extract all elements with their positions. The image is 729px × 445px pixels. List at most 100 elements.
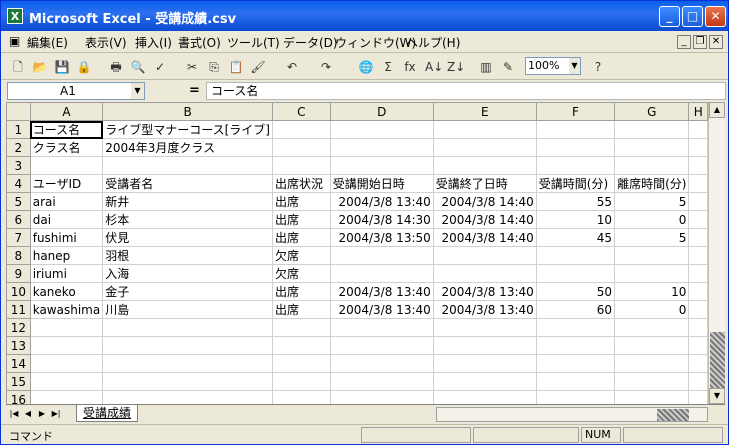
sheet-table[interactable]: A B C D E F G H 1 コース名 ライブ型マナーコース[ライブ] 2 クラス… bbox=[6, 102, 708, 404]
cell-e12[interactable] bbox=[432, 318, 537, 337]
cell-g2[interactable] bbox=[614, 138, 690, 157]
cell-b3[interactable] bbox=[102, 156, 273, 175]
cell-f10[interactable]: 50 bbox=[535, 282, 616, 301]
row-header[interactable]: 6 bbox=[6, 210, 31, 229]
cell-b5[interactable]: 新井 bbox=[102, 192, 273, 211]
cell-d5[interactable]: 2004/3/8 13:40 bbox=[329, 192, 434, 211]
chevron-down-icon[interactable]: ▼ bbox=[131, 83, 144, 99]
cell-g7[interactable]: 5 bbox=[614, 228, 690, 247]
cell-e13[interactable] bbox=[432, 336, 537, 355]
worksheet-grid[interactable]: A B C D E F G H 1 コース名 ライブ型マナーコース[ライブ] 2 クラス… bbox=[6, 102, 708, 404]
menu-window[interactable]: ウィンドウ(W) bbox=[335, 34, 416, 51]
cell-d2[interactable] bbox=[329, 138, 434, 157]
cell-h9[interactable] bbox=[688, 264, 708, 283]
drawing-icon[interactable]: ✎ bbox=[499, 58, 517, 76]
cell-h8[interactable] bbox=[688, 246, 708, 265]
workbook-icon[interactable]: ▣ bbox=[9, 34, 20, 48]
cell-g1[interactable] bbox=[614, 120, 690, 139]
cell-f9[interactable] bbox=[535, 264, 616, 283]
cell-h1[interactable] bbox=[688, 120, 708, 139]
horizontal-scrollbar[interactable] bbox=[436, 407, 708, 422]
menu-format[interactable]: 書式(O) bbox=[178, 34, 221, 51]
cell-f5[interactable]: 55 bbox=[535, 192, 616, 211]
select-all-corner[interactable] bbox=[6, 102, 31, 121]
cell-e16[interactable] bbox=[432, 390, 537, 404]
close-button[interactable]: ✕ bbox=[705, 6, 726, 27]
menu-data[interactable]: データ(D) bbox=[283, 34, 338, 51]
cut-icon[interactable]: ✂ bbox=[183, 58, 201, 76]
cell-c11[interactable]: 出席 bbox=[271, 300, 331, 319]
menu-help[interactable]: ヘルプ(H) bbox=[406, 34, 460, 51]
cell-a12[interactable] bbox=[29, 318, 104, 337]
cell-b15[interactable] bbox=[102, 372, 273, 391]
cell-g3[interactable] bbox=[614, 156, 690, 175]
open-icon[interactable]: 📂 bbox=[31, 58, 49, 76]
cell-h12[interactable] bbox=[688, 318, 708, 337]
cell-g12[interactable] bbox=[614, 318, 690, 337]
cell-c3[interactable] bbox=[271, 156, 331, 175]
cell-d6[interactable]: 2004/3/8 14:30 bbox=[329, 210, 434, 229]
doc-close-button[interactable]: ✕ bbox=[709, 35, 723, 49]
cell-f15[interactable] bbox=[535, 372, 616, 391]
column-header-c[interactable]: C bbox=[271, 102, 331, 121]
row-header[interactable]: 3 bbox=[6, 156, 31, 175]
hscroll-thumb[interactable] bbox=[657, 409, 689, 421]
new-icon[interactable]: 🗋 bbox=[9, 58, 27, 76]
cell-c6[interactable]: 出席 bbox=[271, 210, 331, 229]
row-header[interactable]: 16 bbox=[6, 390, 31, 404]
cell-d8[interactable] bbox=[329, 246, 434, 265]
row-header[interactable]: 13 bbox=[6, 336, 31, 355]
cell-d16[interactable] bbox=[329, 390, 434, 404]
prev-sheet-icon[interactable]: ◀ bbox=[22, 407, 34, 421]
cell-h7[interactable] bbox=[688, 228, 708, 247]
cell-e6[interactable]: 2004/3/8 14:40 bbox=[432, 210, 537, 229]
cell-g9[interactable] bbox=[614, 264, 690, 283]
cell-a15[interactable] bbox=[29, 372, 104, 391]
cell-a11[interactable]: kawashima bbox=[29, 300, 104, 319]
cell-b6[interactable]: 杉本 bbox=[102, 210, 273, 229]
cell-h6[interactable] bbox=[688, 210, 708, 229]
cell-e2[interactable] bbox=[432, 138, 537, 157]
column-header-e[interactable]: E bbox=[432, 102, 537, 121]
redo-icon[interactable]: ↷ bbox=[317, 58, 335, 76]
cell-g8[interactable] bbox=[614, 246, 690, 265]
cell-f7[interactable]: 45 bbox=[535, 228, 616, 247]
cell-c2[interactable] bbox=[271, 138, 331, 157]
next-sheet-icon[interactable]: ▶ bbox=[36, 407, 48, 421]
cell-b2[interactable]: 2004年3月度クラス bbox=[102, 138, 273, 157]
paste-icon[interactable]: 📋 bbox=[227, 58, 245, 76]
cell-e10[interactable]: 2004/3/8 13:40 bbox=[432, 282, 537, 301]
cell-a8[interactable]: hanep bbox=[29, 246, 104, 265]
cell-f3[interactable] bbox=[535, 156, 616, 175]
cell-f1[interactable] bbox=[535, 120, 616, 139]
row-header[interactable]: 12 bbox=[6, 318, 31, 337]
row-header[interactable]: 4 bbox=[6, 174, 31, 193]
doc-minimize-button[interactable]: _ bbox=[677, 35, 691, 49]
menu-view[interactable]: 表示(V) bbox=[85, 34, 127, 51]
name-box[interactable]: A1 bbox=[7, 82, 145, 100]
cell-d1[interactable] bbox=[329, 120, 434, 139]
cell-b8[interactable]: 羽根 bbox=[102, 246, 273, 265]
permission-icon[interactable]: 🔒 bbox=[75, 58, 93, 76]
cell-d11[interactable]: 2004/3/8 13:40 bbox=[329, 300, 434, 319]
chevron-down-icon[interactable]: ▼ bbox=[569, 58, 580, 74]
cell-f6[interactable]: 10 bbox=[535, 210, 616, 229]
cell-h11[interactable] bbox=[688, 300, 708, 319]
cell-b11[interactable]: 川島 bbox=[102, 300, 273, 319]
function-icon[interactable]: fx bbox=[401, 58, 419, 76]
column-header-g[interactable]: G bbox=[614, 102, 690, 121]
row-header[interactable]: 1 bbox=[6, 120, 31, 139]
cell-b4[interactable]: 受講者名 bbox=[102, 174, 273, 193]
cell-b12[interactable] bbox=[102, 318, 273, 337]
row-header[interactable]: 7 bbox=[6, 228, 31, 247]
hyperlink-icon[interactable]: 🌐 bbox=[357, 58, 375, 76]
cell-c12[interactable] bbox=[271, 318, 331, 337]
scroll-down-icon[interactable]: ▼ bbox=[709, 388, 725, 404]
column-header-h[interactable]: H bbox=[688, 102, 708, 121]
cell-e11[interactable]: 2004/3/8 13:40 bbox=[432, 300, 537, 319]
cell-c13[interactable] bbox=[271, 336, 331, 355]
column-header-a[interactable]: A bbox=[29, 102, 104, 121]
print-icon[interactable]: 🖶 bbox=[107, 58, 125, 76]
cell-c7[interactable]: 出席 bbox=[271, 228, 331, 247]
first-sheet-icon[interactable]: |◀ bbox=[8, 407, 20, 421]
